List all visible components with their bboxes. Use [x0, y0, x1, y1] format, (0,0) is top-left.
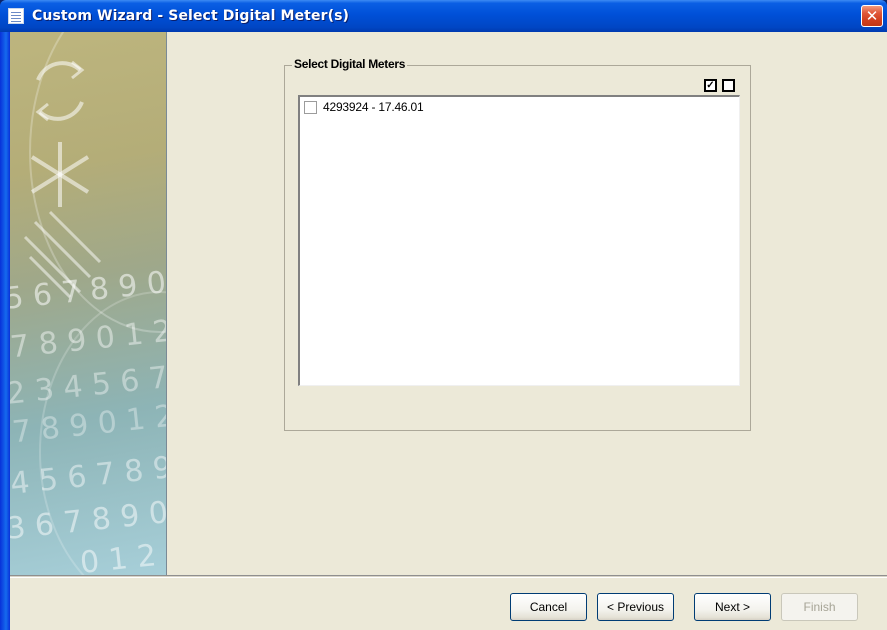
- meter-list[interactable]: 4293924 - 17.46.01: [298, 95, 740, 386]
- previous-button[interactable]: < Previous: [597, 593, 674, 621]
- window-title: Custom Wizard - Select Digital Meter(s): [32, 8, 350, 24]
- list-item[interactable]: 4293924 - 17.46.01: [302, 99, 424, 115]
- banner-digit-row: 0 1 2: [78, 538, 158, 575]
- group-title: Select Digital Meters: [292, 57, 408, 71]
- footer-separator: [10, 575, 887, 578]
- title-bar[interactable]: Custom Wizard - Select Digital Meter(s) …: [0, 0, 887, 32]
- cancel-button[interactable]: Cancel: [510, 593, 587, 621]
- check-all-button[interactable]: ✓: [704, 79, 717, 92]
- finish-button[interactable]: Finish: [781, 593, 858, 621]
- banner-digit-row: 7 8 9 0 1 2: [10, 313, 166, 366]
- window-frame-left: [0, 32, 10, 630]
- wizard-side-banner: 5 6 7 8 9 0 1 7 8 9 0 1 2 2 3 4 5 6 7 8 …: [10, 32, 166, 575]
- banner-digit-row: 4 5 6 7 8 9 0: [10, 447, 166, 502]
- meter-label: 4293924 - 17.46.01: [323, 100, 424, 114]
- banner-divider: [166, 32, 167, 575]
- meter-checkbox[interactable]: [304, 100, 317, 114]
- next-button[interactable]: Next >: [694, 593, 771, 621]
- document-icon: [8, 8, 24, 24]
- uncheck-all-button[interactable]: [722, 79, 735, 92]
- close-button[interactable]: ✕: [861, 5, 883, 27]
- banner-digit-row: 5 6 7 8 9 0 1: [10, 262, 166, 317]
- banner-digits: 5 6 7 8 9 0 1 7 8 9 0 1 2 2 3 4 5 6 7 8 …: [10, 32, 166, 575]
